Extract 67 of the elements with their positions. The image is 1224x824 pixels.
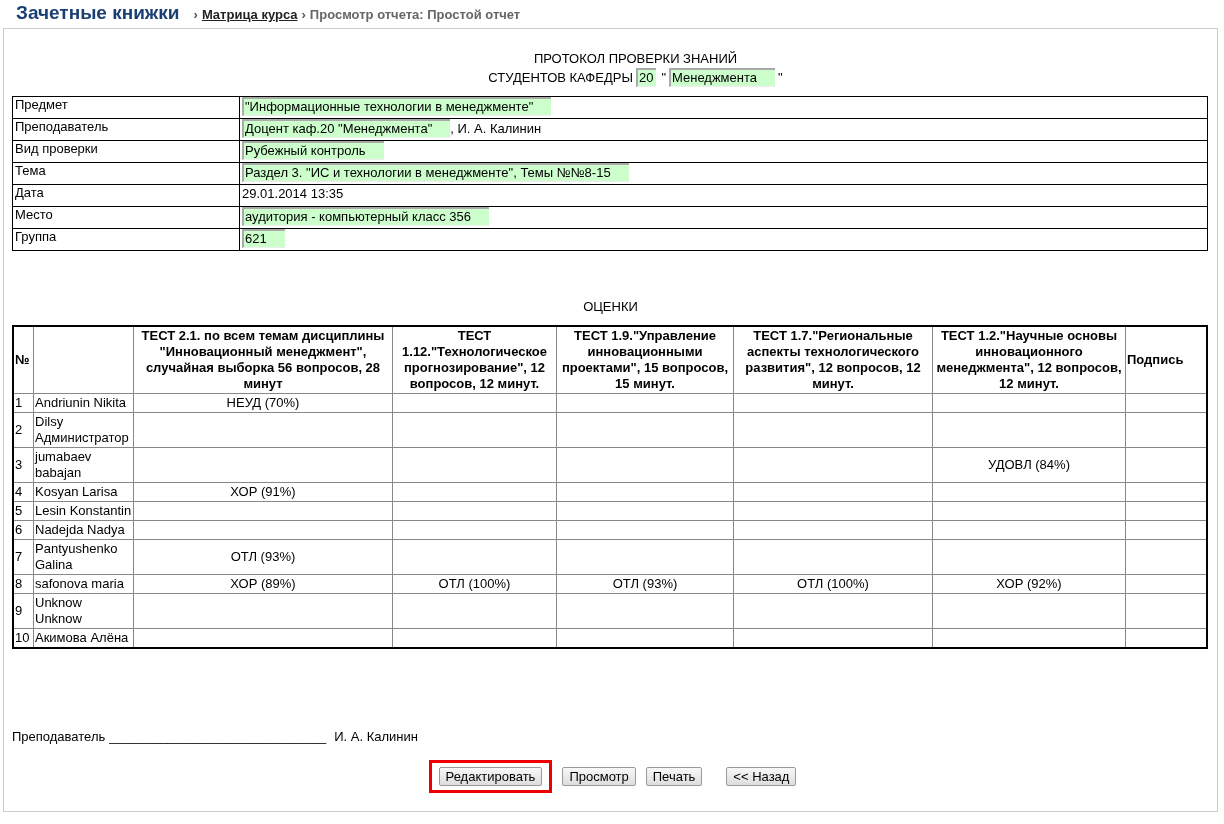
info-label: Дата xyxy=(12,184,240,207)
action-button[interactable]: << Назад xyxy=(726,767,797,786)
grade-cell: ОТЛ (100%) xyxy=(733,574,933,594)
signature-label: Преподаватель xyxy=(12,729,106,744)
info-label: Тема xyxy=(12,162,240,185)
student-name: Andriunin Nikita xyxy=(33,393,134,413)
protocol-subtitle: СТУДЕНТОВ КАФЕДРЫ xyxy=(488,68,633,87)
row-number: 6 xyxy=(13,520,34,540)
info-label: Вид проверки xyxy=(12,140,240,163)
breadcrumb-separator: › xyxy=(193,7,198,22)
row-number: 4 xyxy=(13,482,34,502)
student-name: Акимова Алёна xyxy=(33,628,134,648)
protocol-title: ПРОТОКОЛ ПРОВЕРКИ ЗНАНИЙ xyxy=(532,50,739,68)
row-number: 7 xyxy=(13,539,34,575)
student-name: Nadejda Nadya xyxy=(33,520,134,540)
row-number: 9 xyxy=(13,593,34,629)
grade-cell: НЕУД (70%) xyxy=(133,393,393,413)
student-name: Lesin Konstantin xyxy=(33,501,134,521)
row-number: 1 xyxy=(13,393,34,413)
info-field[interactable]: аудитория - компьютерный класс 356 xyxy=(242,207,489,226)
grade-cell: ОТЛ (93%) xyxy=(556,574,734,594)
info-field[interactable]: 621 xyxy=(242,229,285,248)
quote-mark: " xyxy=(778,68,783,87)
student-name: safonova maria xyxy=(33,574,134,594)
breadcrumb-separator: › xyxy=(301,7,306,22)
grade-cell: ОТЛ (100%) xyxy=(392,574,557,594)
info-text: , И. А. Калинин xyxy=(450,121,542,136)
info-text: 29.01.2014 13:35 xyxy=(242,186,344,201)
signature-line: ______________________________ xyxy=(109,729,327,744)
info-field[interactable]: Рубежный контроль xyxy=(242,141,384,160)
grade-cell: ХОР (91%) xyxy=(133,482,393,502)
breadcrumb-link[interactable]: Матрица курса xyxy=(201,7,298,22)
breadcrumb-current: Просмотр отчета: Простой отчет xyxy=(309,7,521,22)
grade-cell: ХОР (89%) xyxy=(133,574,393,594)
column-header: ТЕСТ 1.7."Региональные аспекты технологического развития", 12 вопросов, 12 минут. xyxy=(733,326,933,394)
column-header: ТЕСТ 1.12."Технологическое прогнозирование", 12 вопросов, 12 минут. xyxy=(392,326,557,394)
grades-title: ОЦЕНКИ xyxy=(582,299,639,316)
info-field[interactable]: "Информационные технологии в менеджменте" xyxy=(242,97,552,116)
row-number: 10 xyxy=(13,628,34,648)
signature-name: И. А. Калинин xyxy=(334,729,418,744)
info-field[interactable]: Доцент каф.20 "Менеджмента" xyxy=(242,119,451,138)
info-label: Предмет xyxy=(12,96,240,119)
column-header: ТЕСТ 1.2."Научные основы инновационного менеджмента", 12 вопросов, 12 минут. xyxy=(932,326,1126,394)
column-header: ТЕСТ 1.9."Управление инновационными проектами", 15 вопросов, 15 минут. xyxy=(556,326,734,394)
row-number: 5 xyxy=(13,501,34,521)
department-number-field[interactable]: 20 xyxy=(635,68,657,87)
column-header: ТЕСТ 2.1. по всем темам дисциплины "Инновационный менеджмент", случайная выборка 56 вопросов, 28 минут xyxy=(133,326,393,394)
department-name-field[interactable]: Менеджмента xyxy=(669,68,775,87)
row-number: 3 xyxy=(13,447,34,483)
action-button[interactable]: Печать xyxy=(645,767,703,786)
grade-cell: ХОР (92%) xyxy=(932,574,1126,594)
info-label: Группа xyxy=(12,228,240,251)
page-title: Зачетные книжки xyxy=(16,2,180,24)
action-button[interactable]: Просмотр xyxy=(562,767,636,786)
info-field[interactable]: Раздел 3. "ИС и технологии в менеджменте", Темы №№8-15 xyxy=(242,163,629,182)
info-label: Место xyxy=(12,206,240,229)
info-label: Преподаватель xyxy=(12,118,240,141)
quote-mark: " xyxy=(661,68,666,87)
action-button[interactable]: Редактировать xyxy=(438,767,543,786)
grade-cell: УДОВЛ (84%) xyxy=(932,447,1126,483)
column-header: № xyxy=(13,326,34,394)
student-name: Unknow Unknow xyxy=(33,593,134,629)
row-number: 8 xyxy=(13,574,34,594)
grade-cell: ОТЛ (93%) xyxy=(133,539,393,575)
row-number: 2 xyxy=(13,412,34,448)
student-name: jumabaev babajan xyxy=(33,447,134,483)
student-name: Kosyan Larisa xyxy=(33,482,134,502)
